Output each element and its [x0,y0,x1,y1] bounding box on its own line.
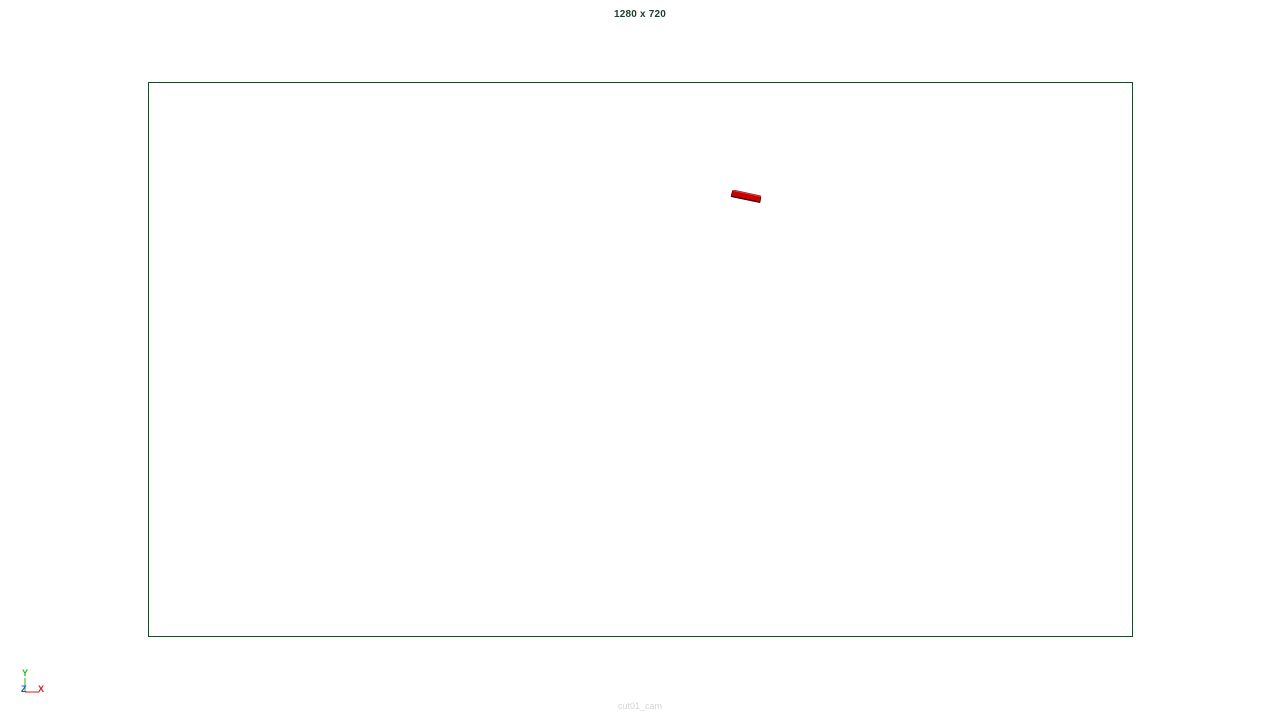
axis-y-label: Y [22,668,29,678]
resolution-gate [148,82,1133,637]
axis-x-label: X [38,684,45,694]
red-box-object[interactable] [731,190,761,204]
axis-gizmo: Y Z X [20,668,50,696]
axis-z-label: Z [21,684,27,694]
camera-name-label: cut01_cam [617,701,663,711]
resolution-label: 1280 x 720 [613,9,667,20]
maya-viewport[interactable]: 1280 x 720 Y Z X cut01_cam [0,0,1280,720]
